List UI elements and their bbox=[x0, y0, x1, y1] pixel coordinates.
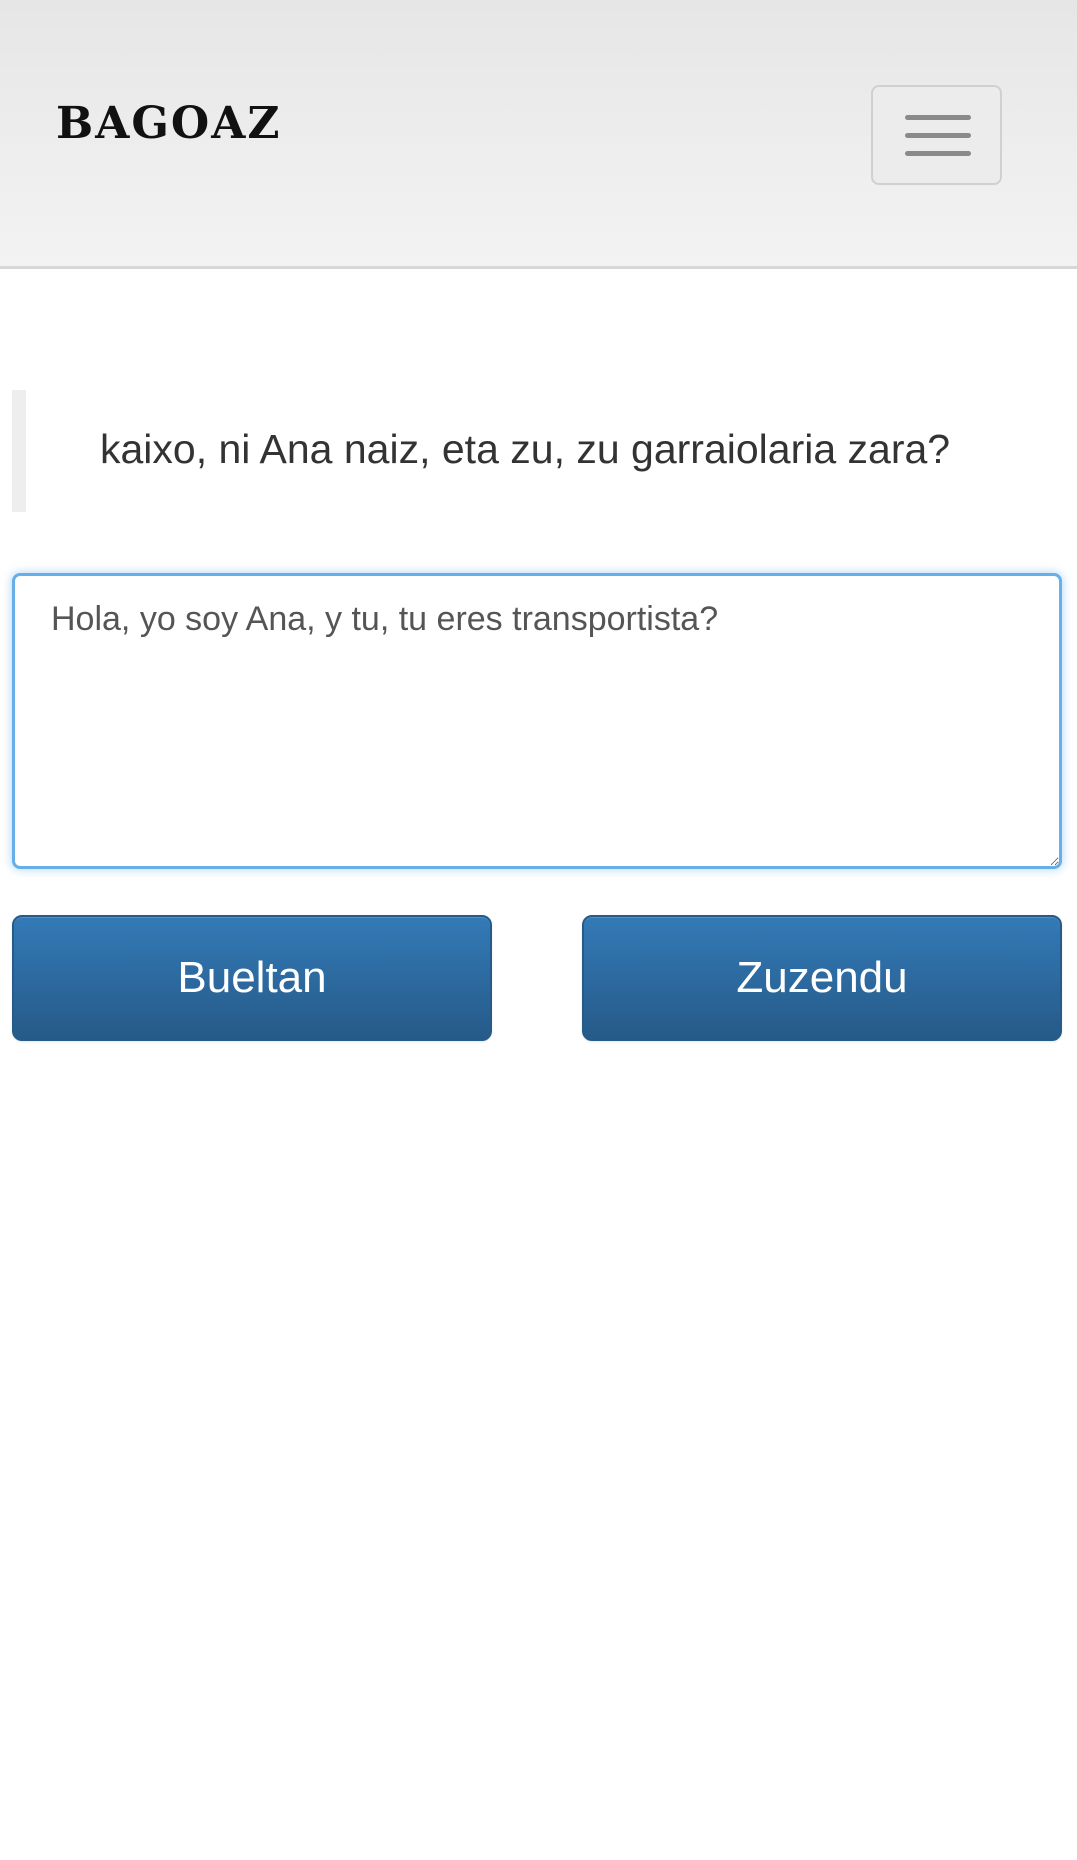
hamburger-bar bbox=[905, 151, 971, 156]
prompt-blockquote: kaixo, ni Ana naiz, eta zu, zu garraiola… bbox=[12, 390, 1064, 512]
correct-button[interactable]: Zuzendu bbox=[582, 915, 1062, 1041]
prompt-text: kaixo, ni Ana naiz, eta zu, zu garraiola… bbox=[100, 426, 951, 472]
answer-textarea[interactable]: Hola, yo soy Ana, y tu, tu eres transpor… bbox=[12, 573, 1062, 869]
menu-toggle-button[interactable] bbox=[871, 85, 1002, 185]
top-navbar: BAGOAZ bbox=[0, 0, 1077, 269]
hamburger-bar bbox=[905, 133, 971, 138]
hamburger-bar bbox=[905, 115, 971, 120]
brand-logo[interactable]: BAGOAZ bbox=[56, 98, 282, 149]
back-button[interactable]: Bueltan bbox=[12, 915, 492, 1041]
